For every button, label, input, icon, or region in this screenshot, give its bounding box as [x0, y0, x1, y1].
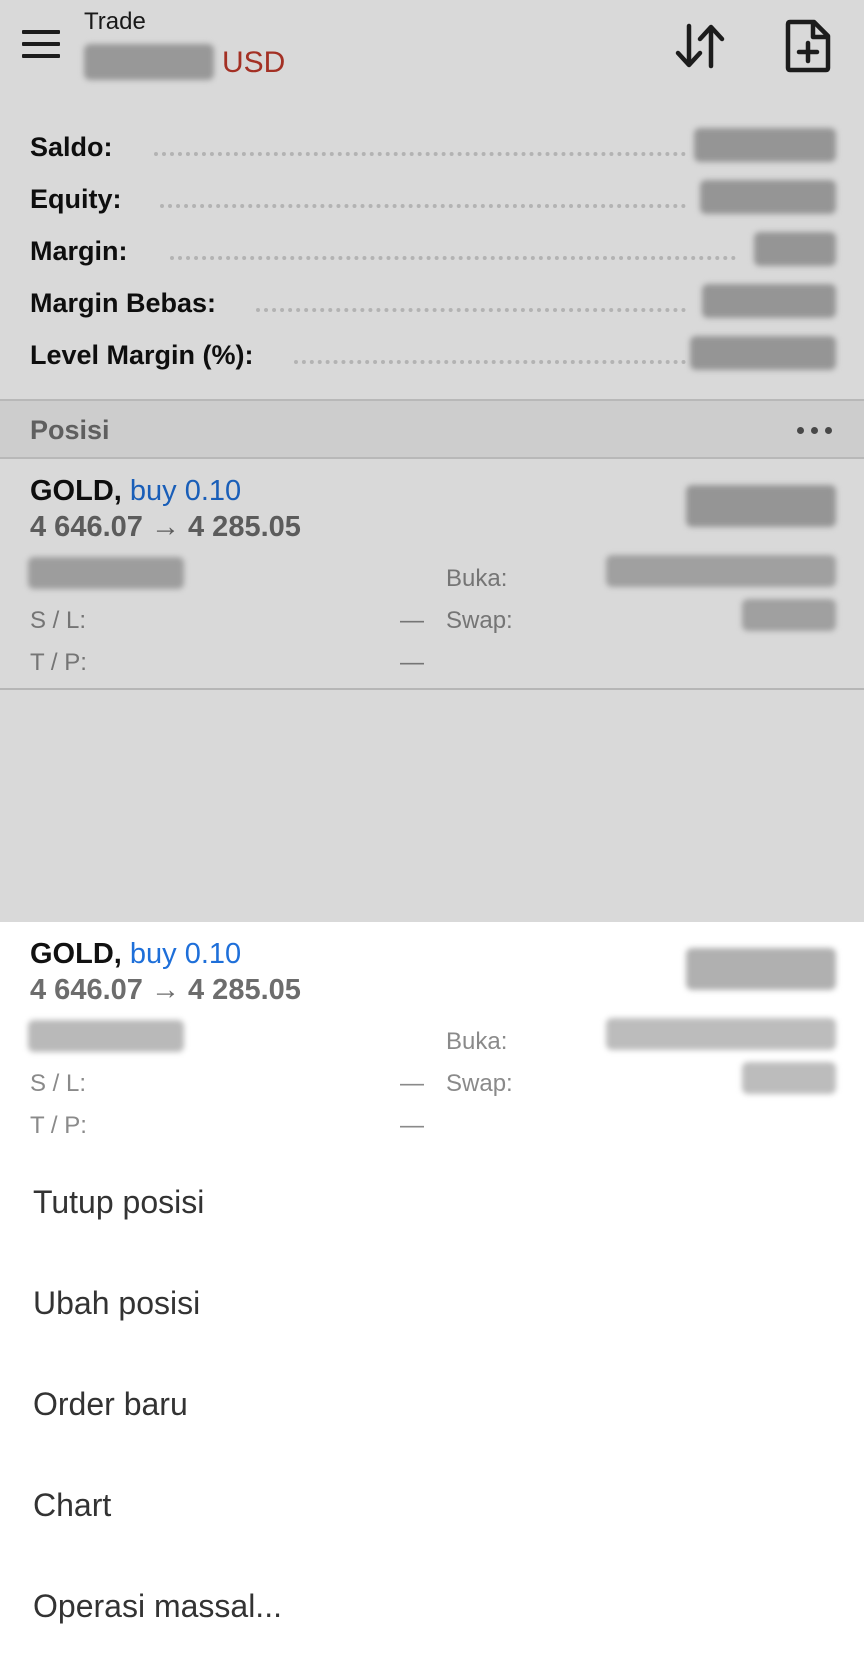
swap-label: Swap:: [446, 607, 513, 634]
open-value-redacted: [606, 555, 836, 587]
menu-item-label: Operasi massal...: [33, 1588, 282, 1624]
tp-value: —: [400, 1112, 424, 1139]
menu-item-modify-position[interactable]: Ubah posisi: [0, 1257, 864, 1353]
tp-label: T / P:: [30, 649, 87, 676]
more-options-icon[interactable]: [792, 415, 836, 445]
position-symbol-line: GOLD, buy 0.10: [30, 938, 241, 971]
leader-dots: [256, 308, 686, 312]
leader-dots: [160, 204, 686, 208]
trade-direction: buy 0.10: [129, 475, 242, 507]
open-label: Buka:: [446, 565, 508, 592]
leader-dots: [154, 152, 686, 156]
balance-row: Saldo:: [30, 126, 836, 166]
free-margin-row: Margin Bebas:: [30, 282, 836, 322]
margin-level-label: Level Margin (%):: [30, 340, 254, 370]
open-time-redacted: [28, 557, 184, 589]
account-currency: USD: [222, 46, 286, 79]
account-balance-redacted: [84, 44, 214, 80]
margin-value-redacted: [754, 232, 836, 266]
menu-item-new-order[interactable]: Order baru: [0, 1358, 864, 1454]
open-label: Buka:: [446, 1028, 508, 1055]
trade-screen: Trade USD Saldo: Equity: Margin: Margin …: [0, 0, 864, 922]
selected-position-preview: GOLD, buy 0.10 4 646.07 → 4 285.05 Buka:…: [0, 922, 864, 1152]
divider: [0, 688, 864, 690]
sl-label: S / L:: [30, 607, 87, 634]
new-order-icon[interactable]: [782, 18, 834, 74]
swap-value-redacted: [742, 599, 836, 631]
symbol-name: GOLD,: [30, 938, 122, 970]
profit-redacted: [686, 948, 836, 990]
position-context-sheet: GOLD, buy 0.10 4 646.07 → 4 285.05 Buka:…: [0, 922, 864, 1669]
menu-item-label: Ubah posisi: [33, 1285, 201, 1321]
equity-label: Equity:: [30, 184, 122, 214]
open-value-redacted: [606, 1018, 836, 1050]
menu-item-close-position[interactable]: Tutup posisi: [0, 1156, 864, 1252]
hamburger-menu-icon[interactable]: [20, 28, 60, 60]
margin-level-row: Level Margin (%):: [30, 334, 836, 374]
balance-value-redacted: [694, 128, 836, 162]
position-row[interactable]: GOLD, buy 0.10 4 646.07 → 4 285.05 Buka:…: [0, 459, 864, 689]
margin-level-value-redacted: [690, 336, 836, 370]
sl-label: S / L:: [30, 1070, 87, 1097]
margin-label: Margin:: [30, 236, 128, 266]
menu-item-label: Chart: [33, 1487, 112, 1523]
free-margin-label: Margin Bebas:: [30, 288, 217, 318]
open-current-price: 4 646.07 → 4 285.05: [30, 511, 301, 543]
position-symbol-line: GOLD, buy 0.10: [30, 475, 241, 508]
positions-section-header: Posisi: [0, 399, 864, 459]
menu-item-chart[interactable]: Chart: [0, 1459, 864, 1555]
open-time-redacted: [28, 1020, 184, 1052]
menu-item-bulk-operations[interactable]: Operasi massal...: [0, 1560, 864, 1656]
equity-row: Equity:: [30, 178, 836, 218]
screen-title: Trade: [84, 8, 146, 35]
sort-icon[interactable]: [672, 20, 728, 72]
profit-redacted: [686, 485, 836, 527]
positions-title: Posisi: [30, 415, 110, 445]
leader-dots: [170, 256, 736, 260]
leader-dots: [294, 360, 686, 364]
trade-direction: buy 0.10: [129, 938, 242, 970]
tp-value: —: [400, 649, 424, 676]
top-app-bar: Trade USD: [0, 0, 864, 96]
open-current-price: 4 646.07 → 4 285.05: [30, 974, 301, 1006]
sl-value: —: [400, 1070, 424, 1097]
balance-label: Saldo:: [30, 132, 113, 162]
equity-value-redacted: [700, 180, 836, 214]
margin-row: Margin:: [30, 230, 836, 270]
symbol-name: GOLD,: [30, 475, 122, 507]
free-margin-value-redacted: [702, 284, 836, 318]
menu-item-label: Order baru: [33, 1386, 188, 1422]
swap-label: Swap:: [446, 1070, 513, 1097]
swap-value-redacted: [742, 1062, 836, 1094]
tp-label: T / P:: [30, 1112, 87, 1139]
sl-value: —: [400, 607, 424, 634]
menu-item-label: Tutup posisi: [33, 1184, 205, 1220]
